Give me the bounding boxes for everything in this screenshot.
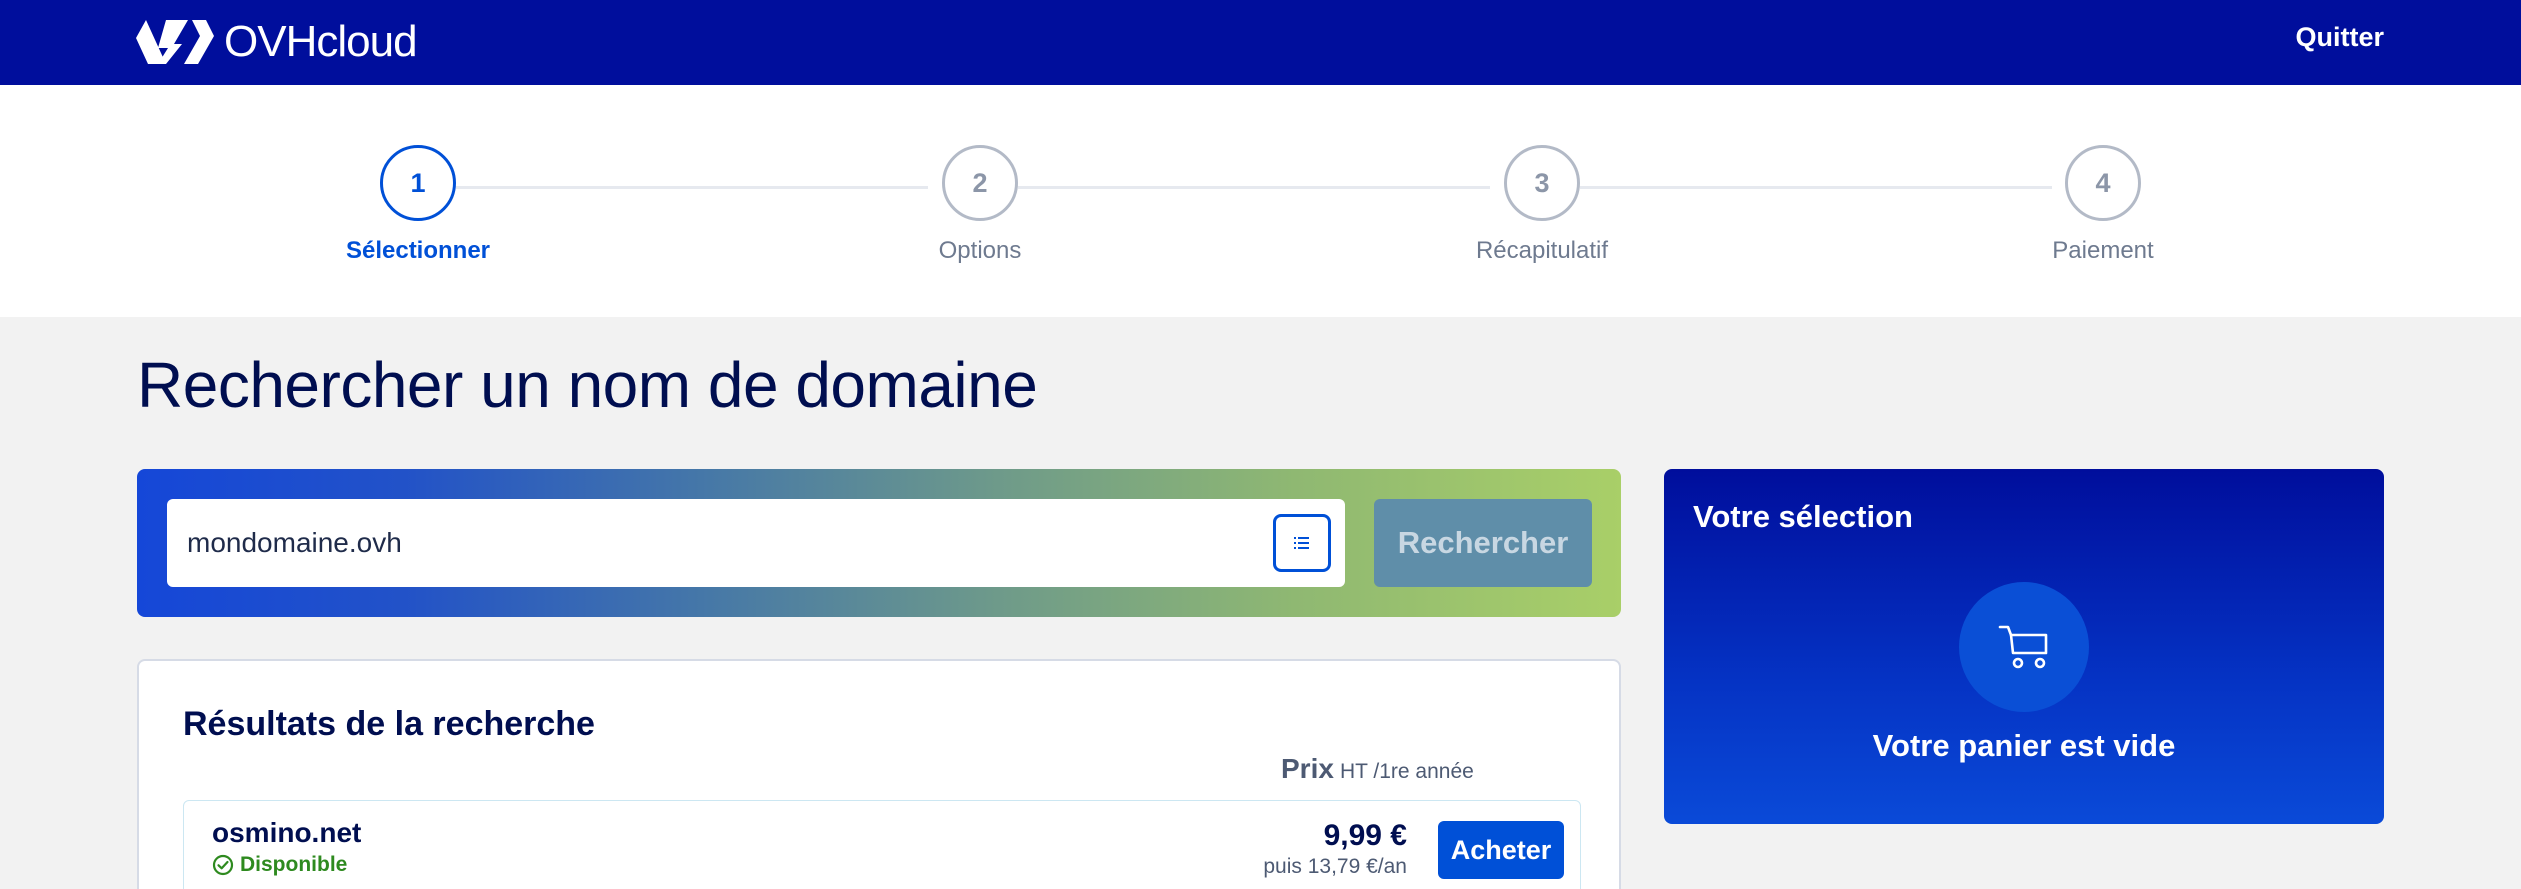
price-label: Prix [1281,753,1334,784]
domain-name: osmino.net [212,817,362,848]
step-number: 2 [942,145,1018,221]
ovh-logo-icon [136,20,214,64]
domain-search-panel: Rechercher [137,469,1621,617]
results-title: Résultats de la recherche [183,705,595,743]
step-payment: 4 Paiement [1953,145,2253,265]
step-summary: 3 Récapitulatif [1392,145,1692,265]
cart-icon [1998,625,2048,669]
ovhcloud-logo[interactable]: OVHcloud [136,17,418,66]
domain-search-input[interactable] [187,499,1237,587]
list-icon [1294,537,1309,549]
step-options: 2 Options [830,145,1130,265]
step-number: 3 [1504,145,1580,221]
availability-status: Disponible [212,853,347,877]
brand-name: OVHcloud [224,17,418,66]
renewal-price: puis 13,79 €/an [1263,855,1407,878]
step-select: 1 Sélectionner [268,145,568,265]
cart-selection-panel: Votre sélection Votre panier est vide [1664,469,2384,824]
bulk-search-button[interactable] [1273,514,1331,572]
result-row: osmino.net Disponible 9,99 € puis 13,79 … [183,800,1581,889]
step-label: Paiement [2052,237,2154,264]
search-field-wrapper [167,499,1345,587]
step-number: 4 [2065,145,2141,221]
check-circle-icon [212,854,234,876]
quit-button[interactable]: Quitter [2295,22,2384,53]
price-suffix: HT /1re année [1339,760,1474,783]
availability-text: Disponible [240,853,348,876]
search-results-card: Résultats de la recherche Prix HT /1re an… [137,659,1621,889]
price-column-header: Prix HT /1re année [1281,753,1474,785]
selection-title: Votre sélection [1693,499,1913,534]
step-label: Récapitulatif [1475,237,1609,264]
page-title: Rechercher un nom de domaine [137,349,1038,421]
order-stepper: 1 Sélectionner 2 Options 3 Récapitulatif… [0,85,2521,317]
top-header: OVHcloud Quitter [0,0,2521,85]
empty-cart-text: Votre panier est vide [1872,728,2176,763]
cart-icon-wrapper [1959,582,2089,712]
step-label: Sélectionner [345,237,491,264]
step-label: Options [938,237,1022,264]
domain-price: 9,99 € [1323,819,1407,852]
buy-button[interactable]: Acheter [1438,821,1564,879]
search-button[interactable]: Rechercher [1374,499,1592,587]
step-number: 1 [380,145,456,221]
